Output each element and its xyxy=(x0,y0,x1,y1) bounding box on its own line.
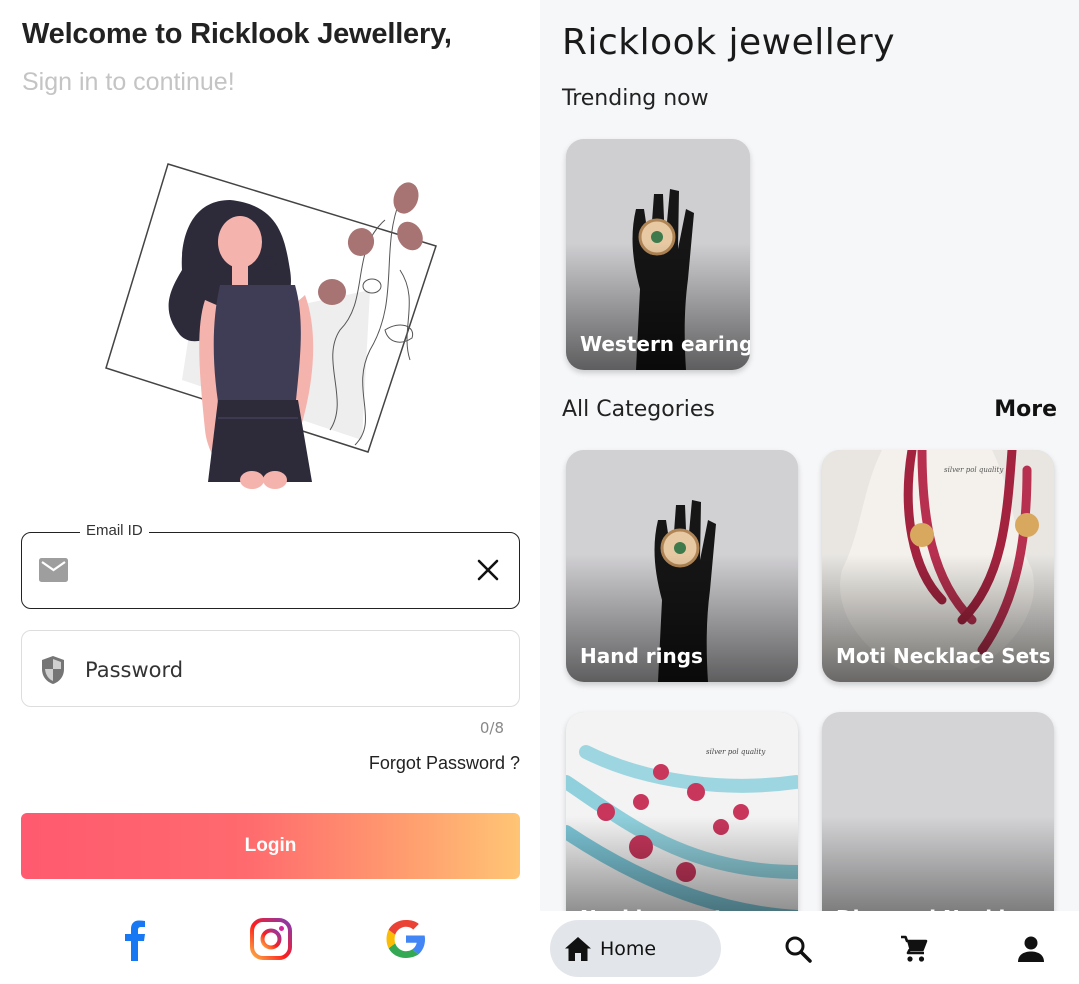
category-card-necklace-sets[interactable]: silver pol quality Necklace sets xyxy=(566,712,798,944)
home-icon xyxy=(565,936,591,961)
profile-icon[interactable] xyxy=(1017,935,1045,963)
shield-icon xyxy=(42,656,64,684)
store-title: Ricklook jewellery xyxy=(562,22,895,63)
trending-card[interactable]: Western earing xyxy=(566,139,750,370)
google-icon[interactable] xyxy=(384,917,428,961)
email-field[interactable]: Email ID xyxy=(21,522,520,609)
password-counter: 0/8 xyxy=(479,719,504,737)
clear-icon[interactable] xyxy=(475,557,501,583)
login-screen: Welcome to Ricklook Jewellery, Sign in t… xyxy=(0,0,540,984)
mail-icon xyxy=(39,558,68,582)
store-screen: Ricklook jewellery Trending now Western … xyxy=(540,0,1079,984)
category-card-diamond-necklace[interactable]: Diamond Necklace xyxy=(822,712,1054,944)
more-link[interactable]: More xyxy=(994,397,1057,422)
categories-heading: All Categories xyxy=(562,397,715,422)
card-label: Hand rings xyxy=(580,644,703,668)
category-card-hand-rings[interactable]: Hand rings xyxy=(566,450,798,682)
category-card-moti-necklace-sets[interactable]: silver pol quality Moti Necklace Sets xyxy=(822,450,1054,682)
card-label: Western earing xyxy=(580,332,750,356)
facebook-icon[interactable] xyxy=(113,917,157,961)
password-placeholder: Password xyxy=(85,658,184,682)
nav-home-label: Home xyxy=(600,937,657,960)
trending-heading: Trending now xyxy=(562,86,709,111)
svg-text:silver pol quality: silver pol quality xyxy=(944,466,1004,474)
login-button[interactable]: Login xyxy=(21,813,520,879)
instagram-icon[interactable] xyxy=(249,917,293,961)
nav-home[interactable]: Home xyxy=(550,920,721,977)
email-label: Email ID xyxy=(80,522,149,539)
forgot-password-link[interactable]: Forgot Password ? xyxy=(369,753,520,774)
woman-illustration xyxy=(105,163,437,489)
cart-icon[interactable] xyxy=(900,935,928,963)
svg-text:silver pol quality: silver pol quality xyxy=(706,748,766,756)
search-icon[interactable] xyxy=(784,935,812,963)
bottom-navigation: Home xyxy=(540,911,1079,984)
card-label: Moti Necklace Sets xyxy=(836,644,1051,668)
welcome-heading: Welcome to Ricklook Jewellery, xyxy=(22,18,452,50)
signin-subtitle: Sign in to continue! xyxy=(22,68,235,96)
password-field[interactable]: Password xyxy=(21,630,520,707)
